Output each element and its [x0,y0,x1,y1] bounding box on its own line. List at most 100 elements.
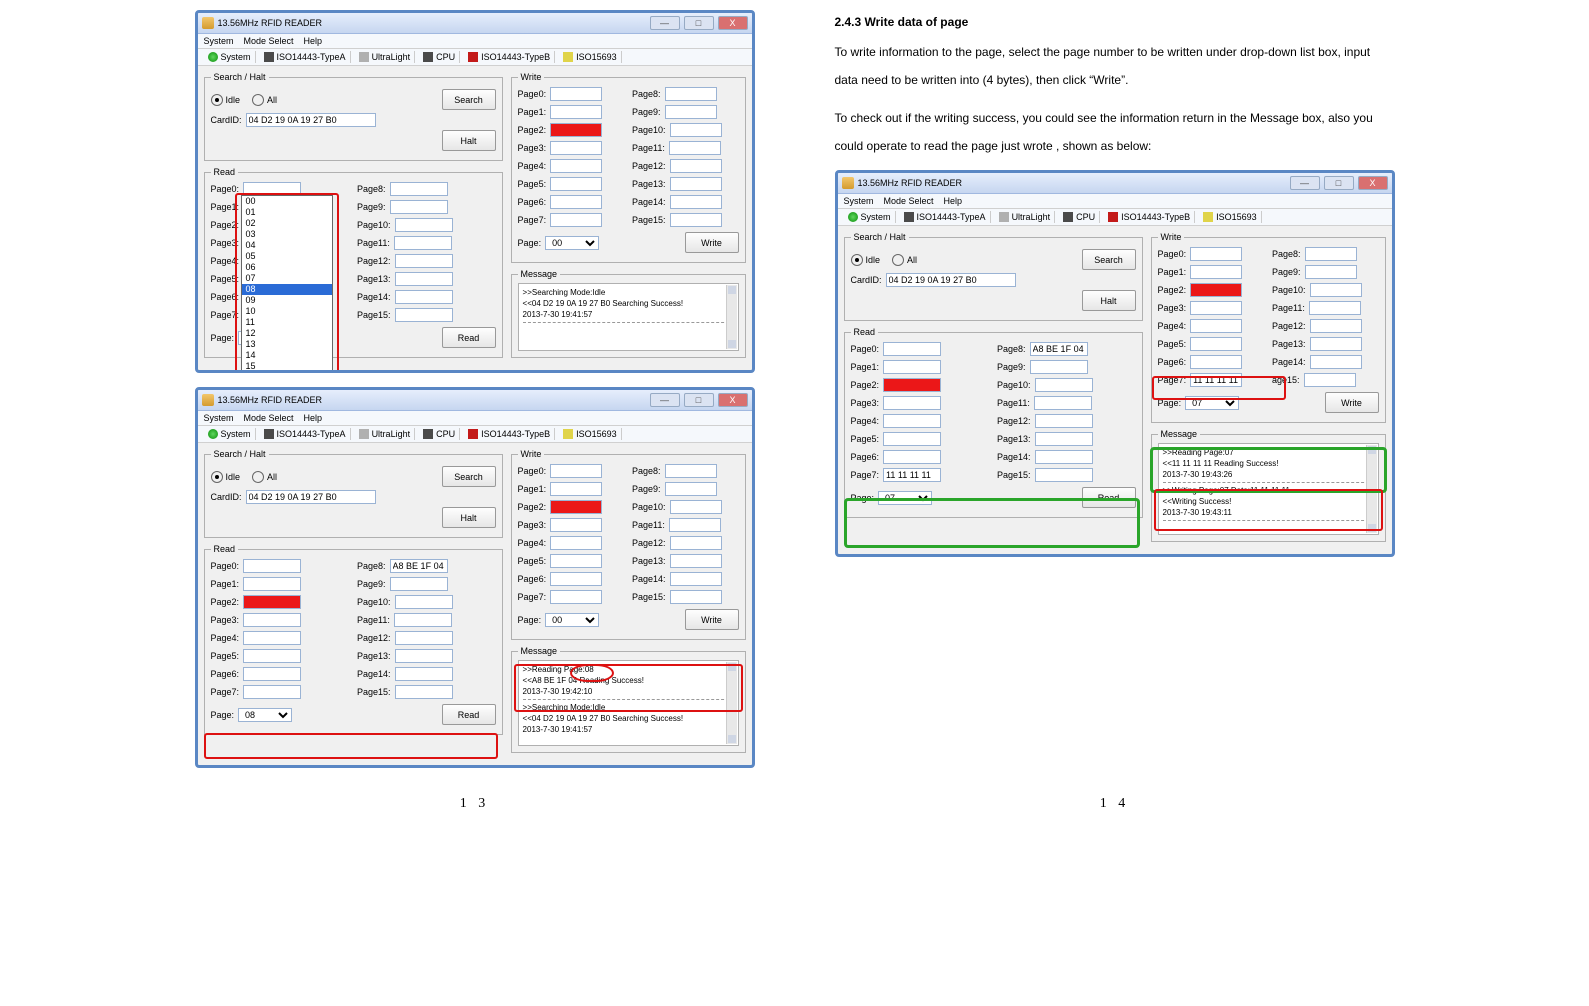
write-page8[interactable] [665,87,717,101]
dropdown-opt[interactable]: 00 [242,196,332,207]
read-button[interactable]: Read [442,704,496,725]
read-page8[interactable] [390,559,448,573]
menu-mode-select[interactable]: Mode Select [244,36,294,46]
menu-mode-select[interactable]: Mode Select [244,413,294,423]
write-page11[interactable] [669,141,721,155]
tab-cpu[interactable]: CPU [1059,211,1100,223]
minimize-button[interactable]: — [1290,176,1320,190]
write-page1[interactable] [550,105,602,119]
dropdown-opt[interactable]: 07 [242,273,332,284]
read-page11[interactable] [394,613,452,627]
tab-system[interactable]: System [204,428,256,440]
dropdown-opt[interactable]: 05 [242,251,332,262]
dropdown-opt-selected[interactable]: 08 [242,284,332,295]
read-page-select[interactable]: 07 [878,491,932,505]
read-page15[interactable] [395,685,453,699]
search-button[interactable]: Search [1082,249,1136,270]
dropdown-opt[interactable]: 12 [242,328,332,339]
tab-ultralight[interactable]: UltraLight [355,51,416,63]
write-button[interactable]: Write [1325,392,1379,413]
dropdown-opt[interactable]: 13 [242,339,332,350]
tab-iso14443a[interactable]: ISO14443-TypeA [260,428,351,440]
write-page3[interactable] [550,141,602,155]
write-page-select[interactable]: 00 [545,236,599,250]
tab-iso15693[interactable]: ISO15693 [559,428,622,440]
all-radio[interactable]: All [892,254,917,266]
dropdown-opt[interactable]: 11 [242,317,332,328]
write-page10[interactable] [670,123,722,137]
read-page-select[interactable]: 08 [238,708,292,722]
write-page12[interactable] [670,159,722,173]
halt-button[interactable]: Halt [442,130,496,151]
read-page3[interactable] [243,613,301,627]
write-page7[interactable] [550,213,602,227]
write-button[interactable]: Write [685,609,739,630]
search-button[interactable]: Search [442,466,496,487]
tab-iso14443b[interactable]: ISO14443-TypeB [464,428,555,440]
tab-ultralight[interactable]: UltraLight [355,428,416,440]
write-page2[interactable] [550,123,602,137]
write-page5[interactable] [550,177,602,191]
close-button[interactable]: X [1358,176,1388,190]
message-scrollbar[interactable] [726,662,737,744]
dropdown-opt[interactable]: 15 [242,361,332,372]
dropdown-opt[interactable]: 09 [242,295,332,306]
dropdown-opt[interactable]: 04 [242,240,332,251]
all-radio[interactable]: All [252,471,277,483]
dropdown-opt[interactable]: 02 [242,218,332,229]
dropdown-opt[interactable]: 14 [242,350,332,361]
read-page10[interactable] [395,218,453,232]
read-page13[interactable] [395,649,453,663]
close-button[interactable]: X [718,393,748,407]
read-page14[interactable] [395,290,453,304]
read-page0[interactable] [243,559,301,573]
write-page4[interactable] [550,159,602,173]
message-scrollbar[interactable] [726,285,737,349]
dropdown-opt[interactable]: 01 [242,207,332,218]
read-page0[interactable] [883,342,941,356]
write-button[interactable]: Write [685,232,739,253]
read-page12[interactable] [395,254,453,268]
halt-button[interactable]: Halt [442,507,496,528]
message-scrollbar[interactable] [1366,445,1377,533]
menu-help[interactable]: Help [944,196,963,206]
write-page9[interactable] [665,105,717,119]
write-page-select[interactable]: 07 [1185,396,1239,410]
dropdown-opt[interactable]: 03 [242,229,332,240]
menu-help[interactable]: Help [304,36,323,46]
write-page13[interactable] [670,177,722,191]
read-page6[interactable] [243,667,301,681]
search-button[interactable]: Search [442,89,496,110]
read-page4[interactable] [243,631,301,645]
read-page11[interactable] [394,236,452,250]
close-button[interactable]: X [718,16,748,30]
page-dropdown-open[interactable]: 00 01 02 03 04 05 06 07 08 09 10 11 12 1… [241,195,333,373]
tab-cpu[interactable]: CPU [419,428,460,440]
idle-radio[interactable]: Idle [851,254,881,266]
menu-help[interactable]: Help [304,413,323,423]
read-page8[interactable] [1030,342,1088,356]
cardid-input[interactable] [246,113,376,127]
write-page0[interactable] [550,87,602,101]
cardid-input[interactable] [246,490,376,504]
read-page10[interactable] [395,595,453,609]
cardid-input[interactable] [886,273,1016,287]
tab-iso15693[interactable]: ISO15693 [559,51,622,63]
write-page7[interactable] [1190,373,1242,387]
tab-ultralight[interactable]: UltraLight [995,211,1056,223]
menu-system[interactable]: System [204,413,234,423]
read-page8[interactable] [390,182,448,196]
read-page5[interactable] [243,649,301,663]
tab-cpu[interactable]: CPU [419,51,460,63]
tab-iso15693[interactable]: ISO15693 [1199,211,1262,223]
tab-iso14443b[interactable]: ISO14443-TypeB [464,51,555,63]
read-button[interactable]: Read [1082,487,1136,508]
read-page14[interactable] [395,667,453,681]
maximize-button[interactable]: □ [684,16,714,30]
tab-iso14443a[interactable]: ISO14443-TypeA [900,211,991,223]
tab-system[interactable]: System [844,211,896,223]
tab-system[interactable]: System [204,51,256,63]
tab-iso14443b[interactable]: ISO14443-TypeB [1104,211,1195,223]
read-page2[interactable] [243,595,301,609]
read-page7[interactable] [243,685,301,699]
